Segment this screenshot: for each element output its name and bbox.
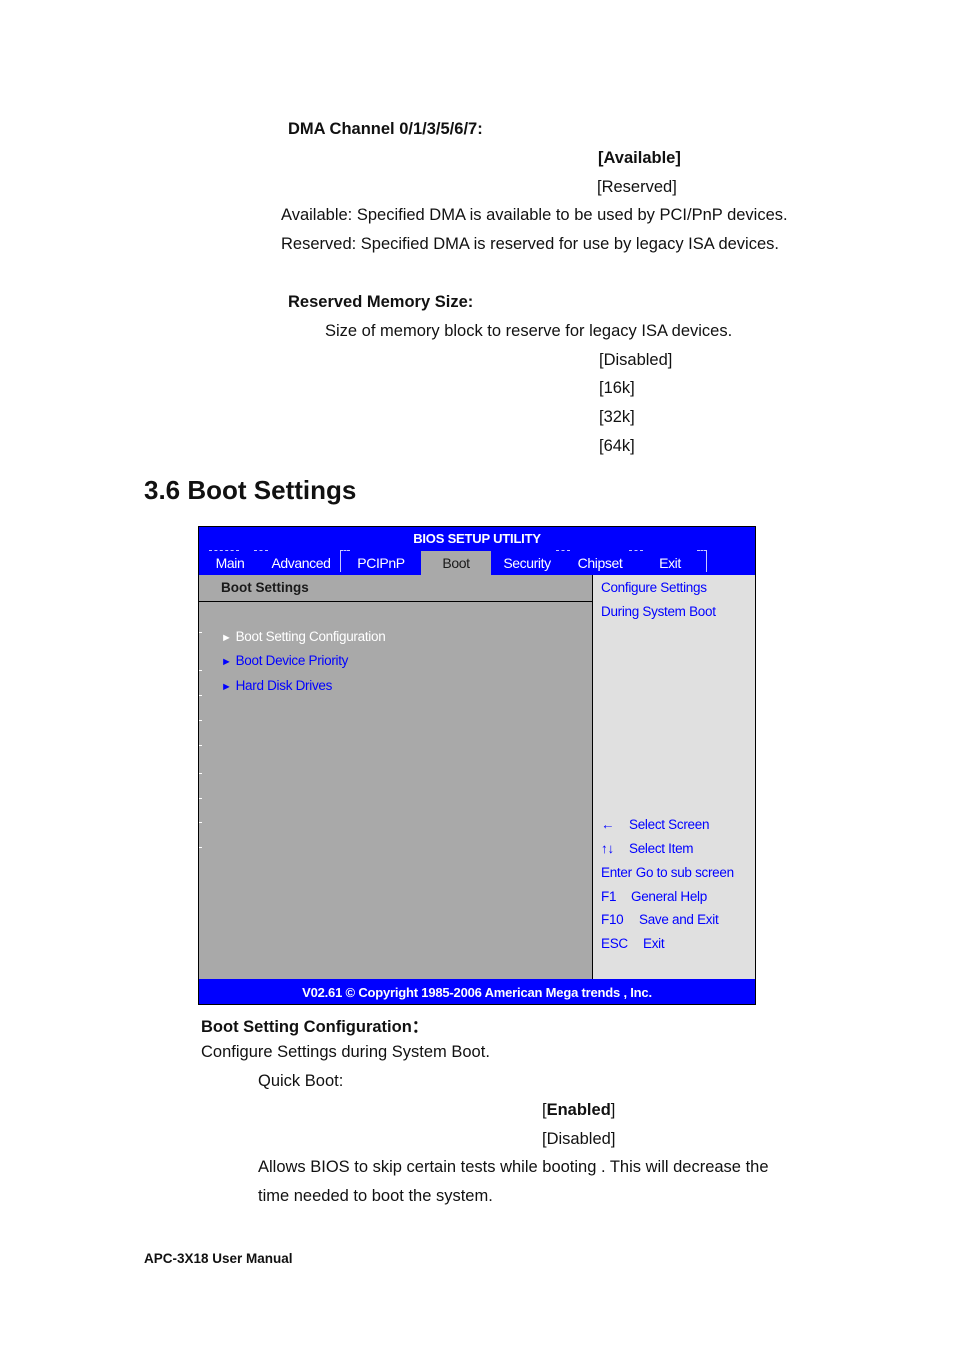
panel-tick xyxy=(199,720,202,721)
tab-exit[interactable]: Exit xyxy=(647,551,693,575)
quick-boot-explanation-line: time needed to boot the system. xyxy=(258,1187,493,1205)
key-name: F1 xyxy=(601,889,617,904)
key-legend-enter: Enter Go to sub screen xyxy=(601,865,734,880)
submenu-arrow-icon: ► xyxy=(221,681,232,693)
panel-title: Boot Settings xyxy=(221,580,309,595)
bios-title: BIOS SETUP UTILITY xyxy=(413,531,541,546)
panel-tick xyxy=(199,632,202,633)
reserved-memory-option: [64k] xyxy=(599,437,635,455)
help-text: Configure Settings xyxy=(601,580,707,595)
left-arrow-icon: ← xyxy=(601,817,615,832)
quick-boot-explanation-line: Allows BIOS to skip certain tests while … xyxy=(258,1158,769,1176)
menu-item-boot-setting-configuration[interactable]: ► Boot Setting Configuration xyxy=(221,629,386,644)
panel-tick xyxy=(199,822,202,823)
key-action: Exit xyxy=(643,936,665,951)
menu-item-label: Hard Disk Drives xyxy=(235,678,333,693)
bios-tab-bar: Main Advanced PCIPnP Boot Security Chips… xyxy=(199,550,755,575)
panel-tick xyxy=(199,695,202,696)
key-action: Save and Exit xyxy=(639,912,719,927)
bios-setup-screen: BIOS SETUP UTILITY Main Advanced PCIPnP … xyxy=(198,526,756,1005)
tab-boot[interactable]: Boot xyxy=(421,551,491,575)
dma-option-available: [Available] xyxy=(598,149,681,167)
key-action: Select Screen xyxy=(629,817,710,832)
tab-chipset[interactable]: Chipset xyxy=(569,551,631,575)
key-name: Enter xyxy=(601,865,632,880)
quick-boot-label: Quick Boot: xyxy=(258,1072,344,1090)
option-label: Enabled xyxy=(546,1101,611,1119)
key-name: ESC xyxy=(601,936,628,951)
boot-config-description: Configure Settings during System Boot. xyxy=(201,1043,490,1061)
tab-advanced[interactable]: Advanced xyxy=(265,551,337,575)
dma-option-reserved: [Reserved] xyxy=(597,178,677,196)
help-text: During System Boot xyxy=(601,604,716,619)
dma-channel-heading: DMA Channel 0/1/3/5/6/7: xyxy=(288,120,483,138)
menu-item-label: Boot Device Priority xyxy=(235,653,349,668)
menu-item-label: Boot Setting Configuration xyxy=(235,629,386,644)
dma-description-reserved: Reserved: Specified DMA is reserved for … xyxy=(281,235,779,253)
page-footer: APC-3X18 User Manual xyxy=(144,1251,293,1266)
menu-item-hard-disk-drives[interactable]: ► Hard Disk Drives xyxy=(221,678,332,693)
tab-separator xyxy=(629,550,643,552)
reserved-memory-option: [Disabled] xyxy=(599,351,673,369)
key-action: Go to sub screen xyxy=(635,865,734,880)
bracket: ] xyxy=(610,1130,616,1148)
panel-header: Boot Settings xyxy=(199,575,592,602)
reserved-memory-option: [32k] xyxy=(599,408,635,426)
menu-item-boot-device-priority[interactable]: ► Boot Device Priority xyxy=(221,653,348,668)
key-legend-select-item: ↑↓ Select Item xyxy=(601,841,694,856)
reserved-memory-option: [16k] xyxy=(599,379,635,397)
key-action: General Help xyxy=(631,889,707,904)
key-legend-f1: F1 General Help xyxy=(601,889,707,904)
submenu-arrow-icon: ► xyxy=(221,632,232,644)
panel-tick xyxy=(199,670,202,671)
quick-boot-option-disabled: [Disabled] xyxy=(542,1130,615,1149)
quick-boot-option-enabled: [Enabled] xyxy=(542,1101,615,1120)
tab-separator xyxy=(340,550,342,572)
bios-help-panel: Configure Settings During System Boot ← S… xyxy=(593,575,755,979)
key-name: F10 xyxy=(601,912,624,927)
tab-main[interactable]: Main xyxy=(209,551,251,575)
dma-description-available: Available: Specified DMA is available to… xyxy=(281,206,788,224)
reserved-memory-description: Size of memory block to reserve for lega… xyxy=(325,322,733,340)
boot-config-heading: Boot Setting Configuration： xyxy=(201,1018,429,1036)
section-title: 3.6 Boot Settings xyxy=(144,475,357,505)
bios-main-panel: Boot Settings ► Boot Setting Configuratio… xyxy=(199,575,593,979)
option-label: Disabled xyxy=(546,1130,611,1148)
panel-tick xyxy=(199,847,202,848)
tab-pcipnp[interactable]: PCIPnP xyxy=(347,551,415,575)
key-legend-f10: F10 Save and Exit xyxy=(601,912,719,927)
tab-separator xyxy=(697,550,707,552)
key-legend-select-screen: ← Select Screen xyxy=(601,817,709,832)
tab-separator xyxy=(706,550,708,572)
bracket: ] xyxy=(610,1101,616,1119)
key-action: Select Item xyxy=(629,841,694,856)
panel-tick xyxy=(199,745,202,746)
panel-tick xyxy=(199,798,202,799)
reserved-memory-heading: Reserved Memory Size: xyxy=(288,293,474,311)
bios-copyright-footer: V02.61 © Copyright 1985-2006 American Me… xyxy=(302,985,652,1000)
up-down-arrow-icon: ↑↓ xyxy=(601,841,614,856)
submenu-arrow-icon: ► xyxy=(221,656,232,668)
panel-tick xyxy=(199,773,202,774)
tab-security[interactable]: Security xyxy=(495,551,559,575)
key-legend-esc: ESC Exit xyxy=(601,936,665,951)
